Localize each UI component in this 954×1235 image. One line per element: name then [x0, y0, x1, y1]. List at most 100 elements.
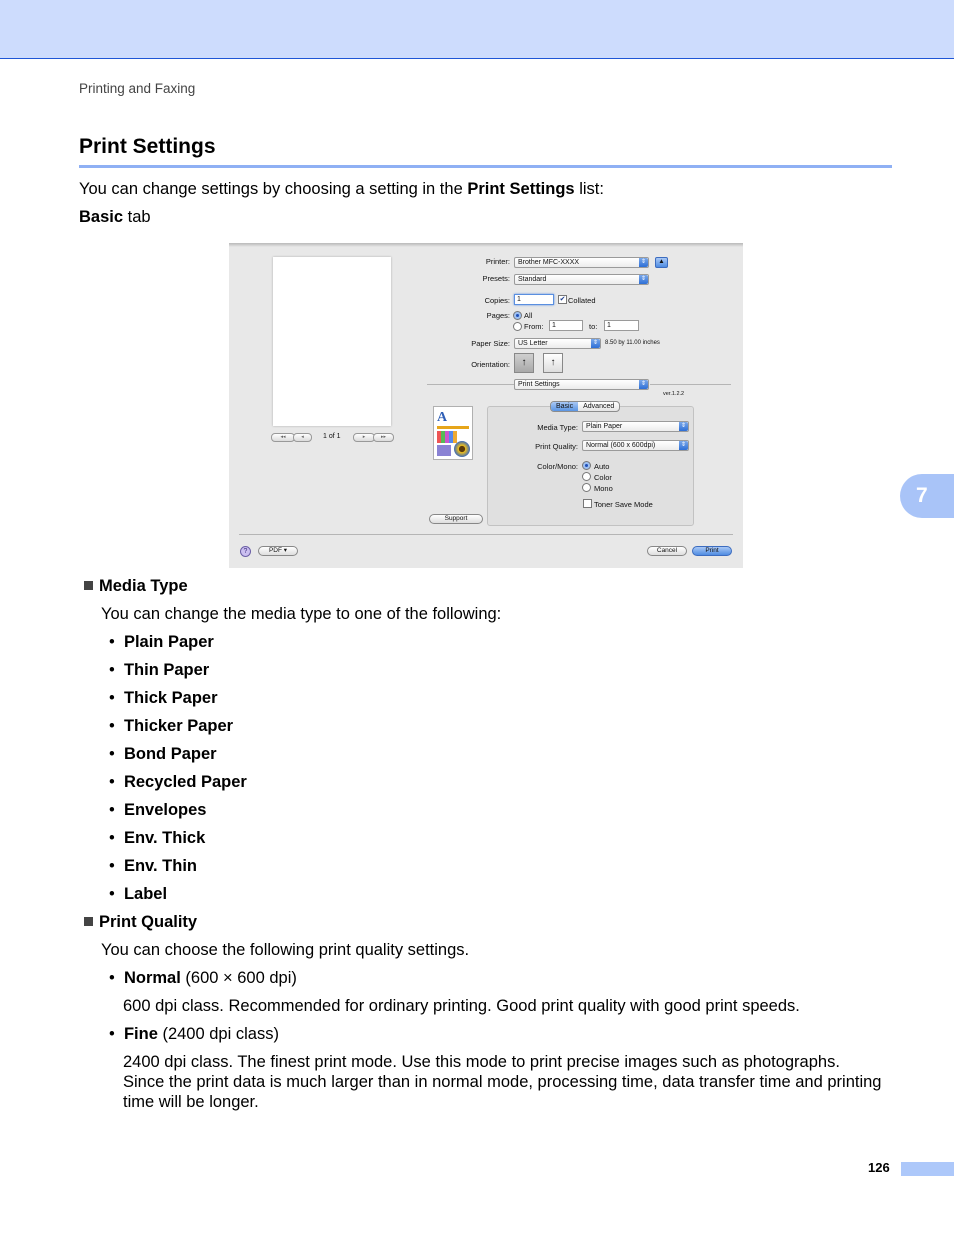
color-mono-mono-radio[interactable] — [582, 483, 591, 492]
popup-arrows-icon: ⇕ — [679, 422, 688, 431]
bullet-icon: • — [109, 801, 124, 819]
page-number: 126 — [868, 1160, 890, 1175]
media-type-select[interactable]: Plain Paper ⇕ — [582, 421, 689, 432]
print-quality-value: Normal (600 x 600dpi) — [586, 442, 656, 449]
quality-fine-spec: (2400 dpi class) — [157, 1025, 279, 1043]
preview-page — [273, 257, 391, 426]
nav-next-button[interactable]: ▸ — [353, 433, 375, 442]
intro-paragraph: You can change settings by choosing a se… — [79, 179, 604, 199]
printer-select[interactable]: Brother MFC-XXXX ⇕ — [514, 257, 649, 268]
orientation-label: Orientation: — [471, 360, 510, 369]
media-type-item: • Plain Paper — [109, 632, 214, 652]
intro-text: You can change settings by choosing a se… — [79, 180, 468, 198]
separator-right — [650, 384, 731, 385]
paper-size-label: Paper Size: — [471, 339, 510, 348]
paper-size-select[interactable]: US Letter ⇕ — [514, 338, 601, 349]
media-type-item-label: Recycled Paper — [123, 773, 247, 791]
help-button[interactable]: ? — [240, 546, 251, 557]
quality-fine-desc-2: Since the print data is much larger than… — [123, 1073, 882, 1091]
square-bullet-icon — [84, 917, 93, 926]
panel-select[interactable]: Print Settings ⇕ — [514, 379, 649, 390]
media-type-item-label: Label — [123, 885, 168, 903]
media-type-item-label: Thin Paper — [123, 661, 210, 679]
pages-to-label: to: — [589, 322, 598, 331]
presets-select[interactable]: Standard ⇕ — [514, 274, 649, 285]
dialog-top-shade — [229, 243, 743, 247]
quality-normal-item: • Normal (600 × 600 dpi) — [109, 969, 297, 987]
media-type-item: • Bond Paper — [109, 744, 217, 764]
cancel-button[interactable]: Cancel — [647, 546, 687, 556]
copies-label: Copies: — [484, 296, 510, 305]
nav-last-button[interactable]: ▸▸ — [373, 433, 394, 442]
paper-size-value: US Letter — [518, 340, 548, 347]
expand-collapse-button[interactable]: ▲ — [655, 257, 668, 268]
tab-caption: Basic tab — [79, 207, 151, 227]
tab-basic[interactable]: Basic — [551, 402, 579, 411]
color-mono-mono-label: Mono — [594, 484, 613, 493]
thumbnail-letter-icon: A — [437, 410, 448, 425]
nav-first-button[interactable]: ◂◂ — [271, 433, 295, 442]
printer-label: Printer: — [485, 257, 510, 266]
paper-dimensions: 8.50 by 11.00 inches — [605, 340, 660, 346]
page-header-band — [0, 0, 954, 59]
quality-normal-spec: (600 × 600 dpi) — [180, 969, 297, 987]
tab-caption-bold: Basic — [79, 208, 124, 226]
collated-checkbox[interactable]: ✔ — [558, 295, 567, 304]
media-type-item: • Env. Thin — [109, 856, 197, 876]
driver-version: ver.1.2.2 — [663, 391, 685, 397]
media-type-item-label: Thick Paper — [123, 689, 218, 707]
media-type-description: You can change the media type to one of … — [101, 605, 502, 623]
print-quality-heading: Print Quality — [84, 912, 197, 932]
tab-caption-text: tab — [123, 208, 151, 226]
bullet-icon: • — [109, 633, 124, 651]
popup-arrows-icon: ⇕ — [639, 275, 648, 284]
media-type-item: • Envelopes — [109, 800, 207, 820]
orientation-portrait-button[interactable]: ↑ — [514, 353, 534, 373]
media-type-value: Plain Paper — [586, 423, 623, 430]
separator-left — [427, 384, 515, 385]
media-type-item-label: Env. Thick — [123, 829, 206, 847]
popup-arrows-icon: ⇕ — [639, 380, 648, 389]
color-mono-label: Color/Mono: — [537, 462, 578, 471]
bullet-icon: • — [109, 717, 124, 735]
bullet-icon: • — [109, 829, 124, 847]
media-type-item-label: Bond Paper — [123, 745, 217, 763]
bullet-icon: • — [109, 745, 124, 763]
support-button[interactable]: Support — [429, 514, 483, 524]
panel-select-value: Print Settings — [518, 381, 560, 388]
orientation-landscape-button[interactable]: ↑ — [543, 353, 563, 373]
copies-input[interactable]: 1 — [514, 294, 554, 305]
print-settings-thumbnail: A — [433, 406, 473, 460]
print-quality-select[interactable]: Normal (600 x 600dpi) ⇕ — [582, 440, 689, 451]
toner-save-checkbox[interactable] — [583, 499, 592, 508]
pages-from-label: From: — [524, 322, 544, 331]
running-head: Printing and Faxing — [79, 81, 196, 96]
media-type-heading: Media Type — [84, 576, 188, 596]
media-type-item-label: Thicker Paper — [123, 717, 234, 735]
quality-fine-name: Fine — [123, 1025, 158, 1043]
media-type-item: • Thick Paper — [109, 688, 218, 708]
page-counter: 1 of 1 — [323, 433, 341, 440]
intro-text-end: list: — [574, 180, 604, 198]
quality-normal-name: Normal — [123, 969, 181, 987]
color-mono-auto-radio[interactable] — [582, 461, 591, 470]
media-type-heading-text: Media Type — [99, 577, 188, 595]
pdf-button[interactable]: PDF ▾ — [258, 546, 298, 556]
popup-arrows-icon: ⇕ — [679, 441, 688, 450]
tab-advanced[interactable]: Advanced — [578, 402, 619, 411]
quality-fine-desc-1: 2400 dpi class. The finest print mode. U… — [123, 1053, 840, 1071]
pages-to-input[interactable]: 1 — [604, 320, 639, 331]
print-quality-heading-text: Print Quality — [99, 913, 198, 931]
nav-prev-button[interactable]: ◂ — [293, 433, 312, 442]
pages-from-radio[interactable] — [513, 322, 522, 331]
pages-from-input[interactable]: 1 — [549, 320, 583, 331]
print-quality-label: Print Quality: — [535, 442, 578, 451]
bullet-icon: • — [109, 885, 124, 903]
bullet-icon: • — [109, 857, 124, 875]
color-mono-color-radio[interactable] — [582, 472, 591, 481]
pages-all-radio[interactable] — [513, 311, 522, 320]
toner-save-label: Toner Save Mode — [594, 500, 653, 509]
print-button[interactable]: Print — [692, 546, 732, 556]
print-dialog: ◂◂ ◂ 1 of 1 ▸ ▸▸ Printer: Brother MFC-XX… — [229, 243, 743, 568]
thumbnail-bar — [437, 426, 469, 429]
